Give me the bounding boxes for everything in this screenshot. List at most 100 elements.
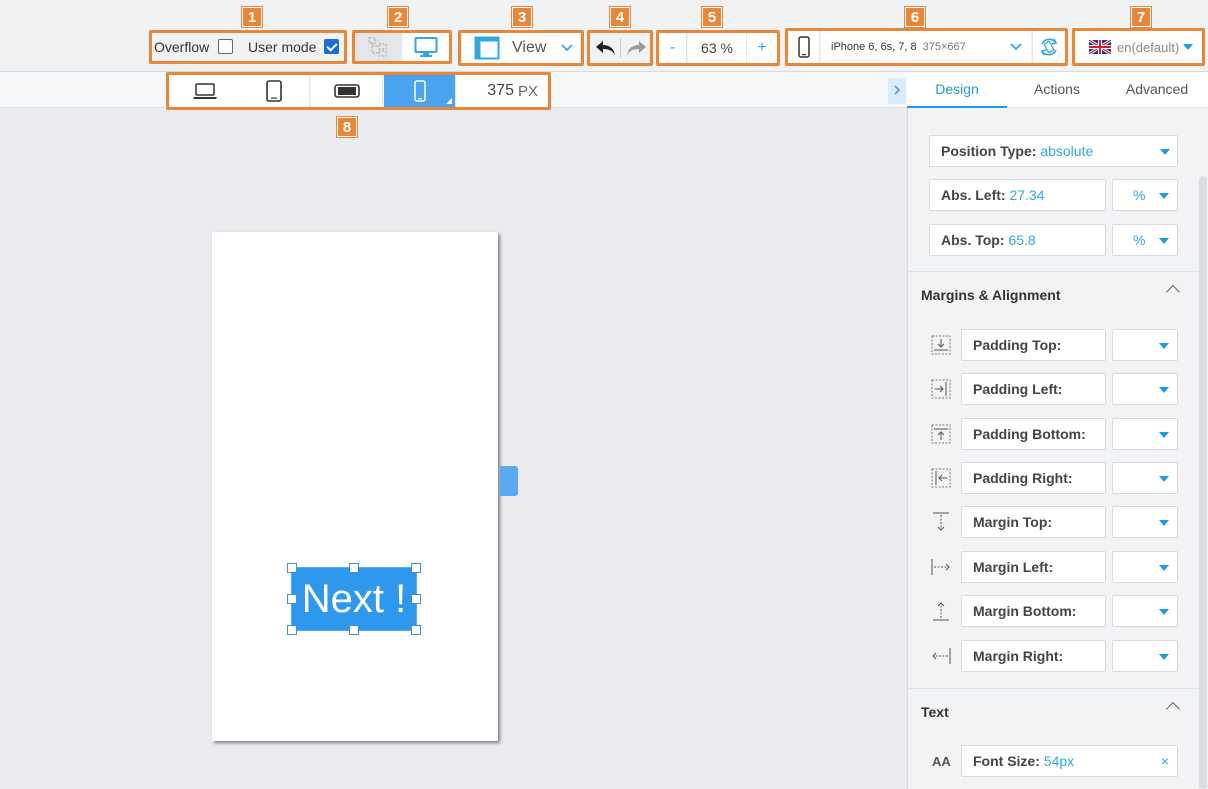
tree-structure-icon [368,37,387,57]
zoom-out-button[interactable]: - [659,33,687,63]
device-dropdown[interactable]: iPhone 6, 6s, 7, 8 375×667 [821,31,1031,63]
device-preset-phone-portrait[interactable] [384,75,456,107]
panel-tabs: Design Actions Advanced [907,72,1208,108]
font-size-label: Font Size: [973,753,1040,769]
annotation-number-2: 2 [387,6,409,28]
device-width-unit: PX [517,82,538,100]
panel-scrollbar[interactable] [1199,176,1207,789]
undo-button[interactable] [590,33,620,63]
device-width-value: 375 [487,82,514,99]
annotation-number-4: 4 [609,6,631,28]
tab-design[interactable]: Design [907,72,1007,108]
padding-right-icon [929,466,953,490]
section-divider [907,271,1200,272]
position-type-dropdown[interactable]: Position Type: absolute [929,135,1178,167]
section-divider [907,688,1200,689]
margin-left-icon [929,555,953,579]
user-mode-checkbox[interactable] [324,39,339,54]
language-dropdown[interactable]: en(default) [1075,31,1202,63]
spacing-input[interactable]: Padding Top: [961,329,1106,361]
selection-handle[interactable] [411,563,421,573]
rotate-device-button[interactable] [1032,31,1065,63]
selection-handle[interactable] [411,594,421,604]
abs-left-unit-dropdown[interactable]: % [1112,179,1178,211]
spacing-input[interactable]: Margin Bottom: [961,595,1106,627]
spacing-input[interactable]: Margin Right: [961,640,1106,672]
device-preset-tablet[interactable] [238,75,310,107]
zoom-in-button[interactable]: + [746,33,777,63]
phone-landscape-icon [333,84,360,98]
spacing-label: Padding Bottom: [973,426,1086,442]
spacing-unit-dropdown[interactable] [1112,640,1178,672]
undo-redo-divider [620,38,621,58]
abs-left-input[interactable]: Abs. Left: 27.34 [929,179,1106,211]
spacing-input[interactable]: Padding Bottom: [961,418,1106,450]
phone-icon [797,36,810,58]
selection-handle[interactable] [349,625,359,635]
redo-button[interactable] [622,33,652,63]
spacing-input[interactable]: Padding Right: [961,462,1106,494]
spacing-input[interactable]: Padding Left: [961,373,1106,405]
abs-top-label: Abs. Top: [941,232,1005,248]
spacing-input[interactable]: Margin Left: [961,551,1106,583]
spacing-unit-dropdown[interactable] [1112,462,1178,494]
abs-top-input[interactable]: Abs. Top: 65.8 [929,224,1106,256]
font-size-input[interactable]: Font Size: 54px × [961,745,1178,777]
device-name: iPhone 6, 6s, 7, 8 [831,41,917,53]
selection-handle[interactable] [411,625,421,635]
selection-handle[interactable] [287,625,297,635]
overflow-label: Overflow [154,39,210,55]
user-mode-label: User mode [248,39,317,55]
canvas-resize-handle[interactable] [500,466,518,496]
device-type-icon-button[interactable] [788,31,820,63]
overflow-checkbox[interactable] [218,39,233,54]
caret-down-icon [1159,520,1169,526]
spacing-unit-dropdown[interactable] [1112,418,1178,450]
text-section-title: Text [921,704,949,720]
selection-handle[interactable] [349,563,359,573]
preview-view-button[interactable] [403,33,449,61]
device-width-input[interactable]: 375 PX [457,75,548,107]
collapse-panel-button[interactable] [888,78,906,104]
selection-handle[interactable] [287,563,297,573]
tab-actions[interactable]: Actions [1007,72,1107,108]
structure-view-button[interactable] [355,33,401,61]
margins-section-title: Margins & Alignment [921,287,1061,303]
view-dropdown[interactable]: View [462,33,580,63]
rotate-icon [1040,38,1058,56]
spacing-label: Margin Bottom: [973,603,1077,619]
spacing-label: Margin Top: [973,514,1053,530]
device-preset-laptop[interactable] [169,75,241,107]
caret-down-icon [1159,654,1169,660]
spacing-input[interactable]: Margin Top: [961,506,1106,538]
position-type-label: Position Type: [941,143,1037,159]
chevron-down-icon [1010,43,1022,51]
spacing-unit-dropdown[interactable] [1112,595,1178,627]
spacing-label: Padding Right: [973,470,1073,486]
font-size-icon: AA [932,754,951,769]
clear-icon[interactable]: × [1161,746,1169,776]
spacing-unit-dropdown[interactable] [1112,551,1178,583]
spacing-unit-dropdown[interactable] [1112,373,1178,405]
layout-icon [474,36,500,60]
chevron-down-icon [561,44,574,52]
zoom-value[interactable]: 63 % [688,33,746,63]
caret-down-icon [1159,387,1169,393]
next-button-element[interactable]: Next ! [291,567,417,631]
spacing-unit-dropdown[interactable] [1112,506,1178,538]
device-canvas[interactable] [212,232,498,741]
abs-top-unit-dropdown[interactable]: % [1112,224,1178,256]
selection-handle[interactable] [287,594,297,604]
chevron-right-icon [894,85,901,95]
spacing-label: Margin Right: [973,648,1064,664]
padding-bottom-icon [929,422,953,446]
annotation-number-1: 1 [241,6,263,28]
spacing-unit-dropdown[interactable] [1112,329,1178,361]
caret-down-icon [1159,476,1169,482]
margin-top-icon [929,510,953,534]
caret-down-icon [1159,343,1169,349]
tablet-icon [265,80,282,102]
redo-icon [627,41,646,55]
device-preset-phone-landscape[interactable] [311,75,383,107]
tab-advanced[interactable]: Advanced [1107,72,1207,108]
